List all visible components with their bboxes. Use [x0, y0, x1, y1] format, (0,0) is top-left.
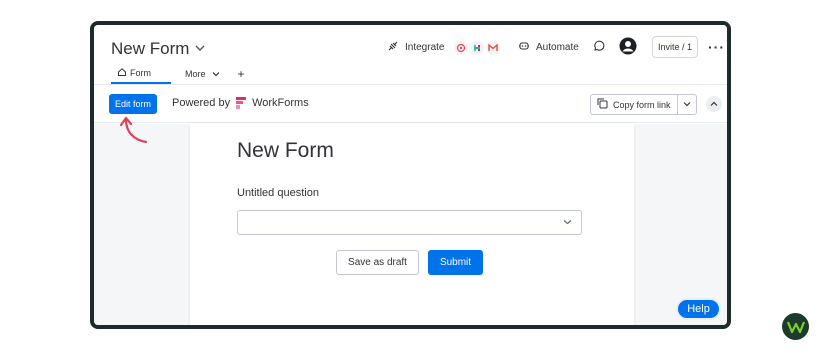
copy-link-dropdown[interactable]: [678, 100, 696, 109]
add-view-button[interactable]: +: [232, 64, 251, 84]
powered-by-label: Powered by: [172, 97, 231, 109]
board-title[interactable]: New Form: [111, 39, 205, 59]
form-toolbar: Edit form Powered by WorkForms Copy form…: [94, 85, 727, 123]
integration-apps: [454, 40, 501, 55]
home-icon: [117, 67, 127, 79]
view-tabs: Form More +: [111, 64, 251, 84]
chevron-down-icon: [563, 217, 572, 227]
automate-button[interactable]: Automate: [518, 40, 579, 55]
integration-app-2-icon: [470, 40, 485, 55]
workforms-label: WorkForms: [252, 97, 309, 109]
submit-button[interactable]: Submit: [428, 250, 483, 275]
form-title: New Form: [237, 139, 334, 162]
robot-icon: [518, 40, 530, 55]
integrate-icon: [387, 40, 399, 55]
copy-form-link-button: Copy form link: [590, 94, 697, 115]
chevron-up-icon: [710, 100, 718, 109]
copy-form-link-label: Copy form link: [613, 99, 671, 110]
annotation-arrow-icon: [119, 116, 148, 144]
tab-form[interactable]: Form: [111, 64, 171, 84]
board-title-text: New Form: [111, 39, 190, 58]
top-bar: New Form Integrate Automate Invite / 1 ·…: [94, 25, 727, 85]
tab-form-label: Form: [130, 68, 151, 78]
automate-label: Automate: [536, 42, 579, 53]
more-options-icon[interactable]: ···: [708, 39, 725, 55]
gmail-icon: [486, 40, 501, 55]
question-dropdown[interactable]: [237, 210, 582, 235]
integrate-button[interactable]: Integrate: [387, 40, 501, 55]
collapse-button[interactable]: [706, 96, 722, 112]
brand-logo-icon: [782, 313, 809, 340]
chevron-down-icon: [195, 44, 205, 55]
save-as-draft-button[interactable]: Save as draft: [336, 250, 419, 275]
integration-app-1-icon: [454, 40, 469, 55]
form-card: New Form Untitled question Save as draft…: [190, 124, 634, 325]
app-window: New Form Integrate Automate Invite / 1 ·…: [90, 21, 731, 329]
tab-more[interactable]: More: [179, 64, 226, 84]
help-button[interactable]: Help: [676, 298, 721, 320]
chat-bubble-icon[interactable]: [592, 39, 606, 53]
form-canvas: New Form Untitled question Save as draft…: [94, 124, 727, 325]
chevron-down-icon: [683, 100, 691, 109]
user-avatar-icon[interactable]: [619, 37, 637, 55]
question-label: Untitled question: [237, 187, 319, 199]
copy-icon: [597, 98, 608, 111]
chevron-down-icon: [212, 69, 220, 79]
workforms-logo-icon: [236, 97, 247, 109]
integrate-label: Integrate: [405, 42, 445, 53]
copy-form-link-main[interactable]: Copy form link: [591, 95, 678, 114]
invite-button[interactable]: Invite / 1: [652, 36, 698, 58]
edit-form-button[interactable]: Edit form: [109, 94, 157, 114]
tab-more-label: More: [185, 69, 206, 79]
powered-by: Powered by WorkForms: [172, 97, 309, 109]
